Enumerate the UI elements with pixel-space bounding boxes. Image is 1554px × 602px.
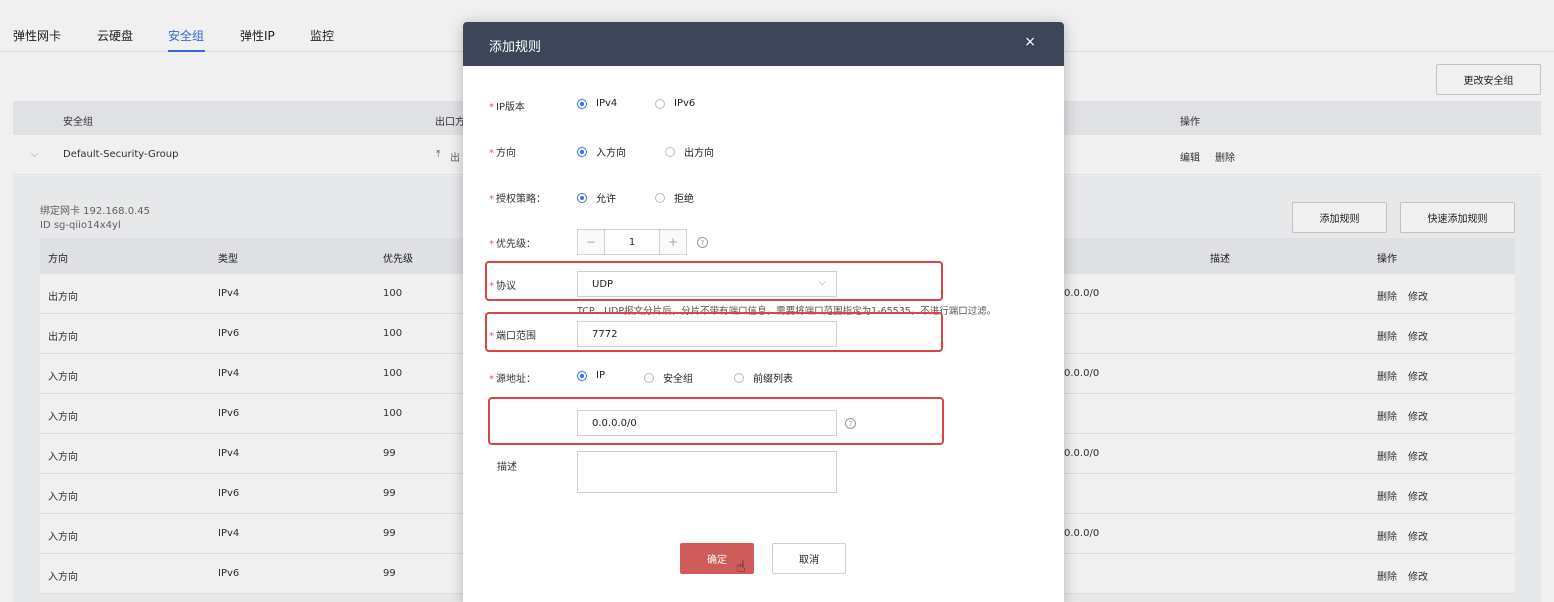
radio-ipv6[interactable]: IPv6 [655, 98, 695, 109]
radio-source-sg[interactable]: 安全组 [644, 370, 693, 385]
highlight-protocol [485, 261, 943, 301]
policy-label: * 授权策略： [489, 194, 546, 205]
highlight-port-range [485, 312, 943, 352]
hand-cursor-icon: ☝ [736, 557, 746, 576]
radio-allow[interactable]: 允许 [577, 190, 616, 205]
highlight-source-ip [488, 397, 944, 445]
ip-version-label: * IP版本 [489, 102, 525, 113]
cancel-button[interactable]: 取消 [772, 543, 846, 574]
direction-label: * 方向 [489, 148, 516, 159]
description-label: 描述 [497, 462, 517, 473]
radio-source-prefix[interactable]: 前缀列表 [734, 370, 793, 385]
add-rule-dialog: 添加规则 × * IP版本 IPv4 IPv6 * 方向 入方向 出方向 * 授权策略… [463, 22, 1064, 602]
dialog-title: 添加规则 [489, 40, 542, 55]
priority-value[interactable]: 1 [604, 230, 660, 254]
plus-button[interactable]: + [660, 230, 686, 254]
source-label: * 源地址： [489, 374, 536, 385]
close-icon[interactable]: × [1024, 34, 1036, 50]
description-textarea[interactable] [577, 451, 837, 493]
priority-stepper: − 1 + [577, 229, 687, 255]
radio-ipv4[interactable]: IPv4 [577, 98, 617, 109]
priority-label: * 优先级： [489, 239, 536, 250]
radio-inbound[interactable]: 入方向 [577, 144, 626, 159]
radio-deny[interactable]: 拒绝 [655, 190, 694, 205]
help-icon[interactable]: ? [697, 237, 708, 248]
radio-source-ip[interactable]: IP [577, 370, 605, 381]
minus-button[interactable]: − [578, 230, 604, 254]
radio-outbound[interactable]: 出方向 [665, 144, 714, 159]
dialog-header: 添加规则 × [463, 22, 1064, 66]
